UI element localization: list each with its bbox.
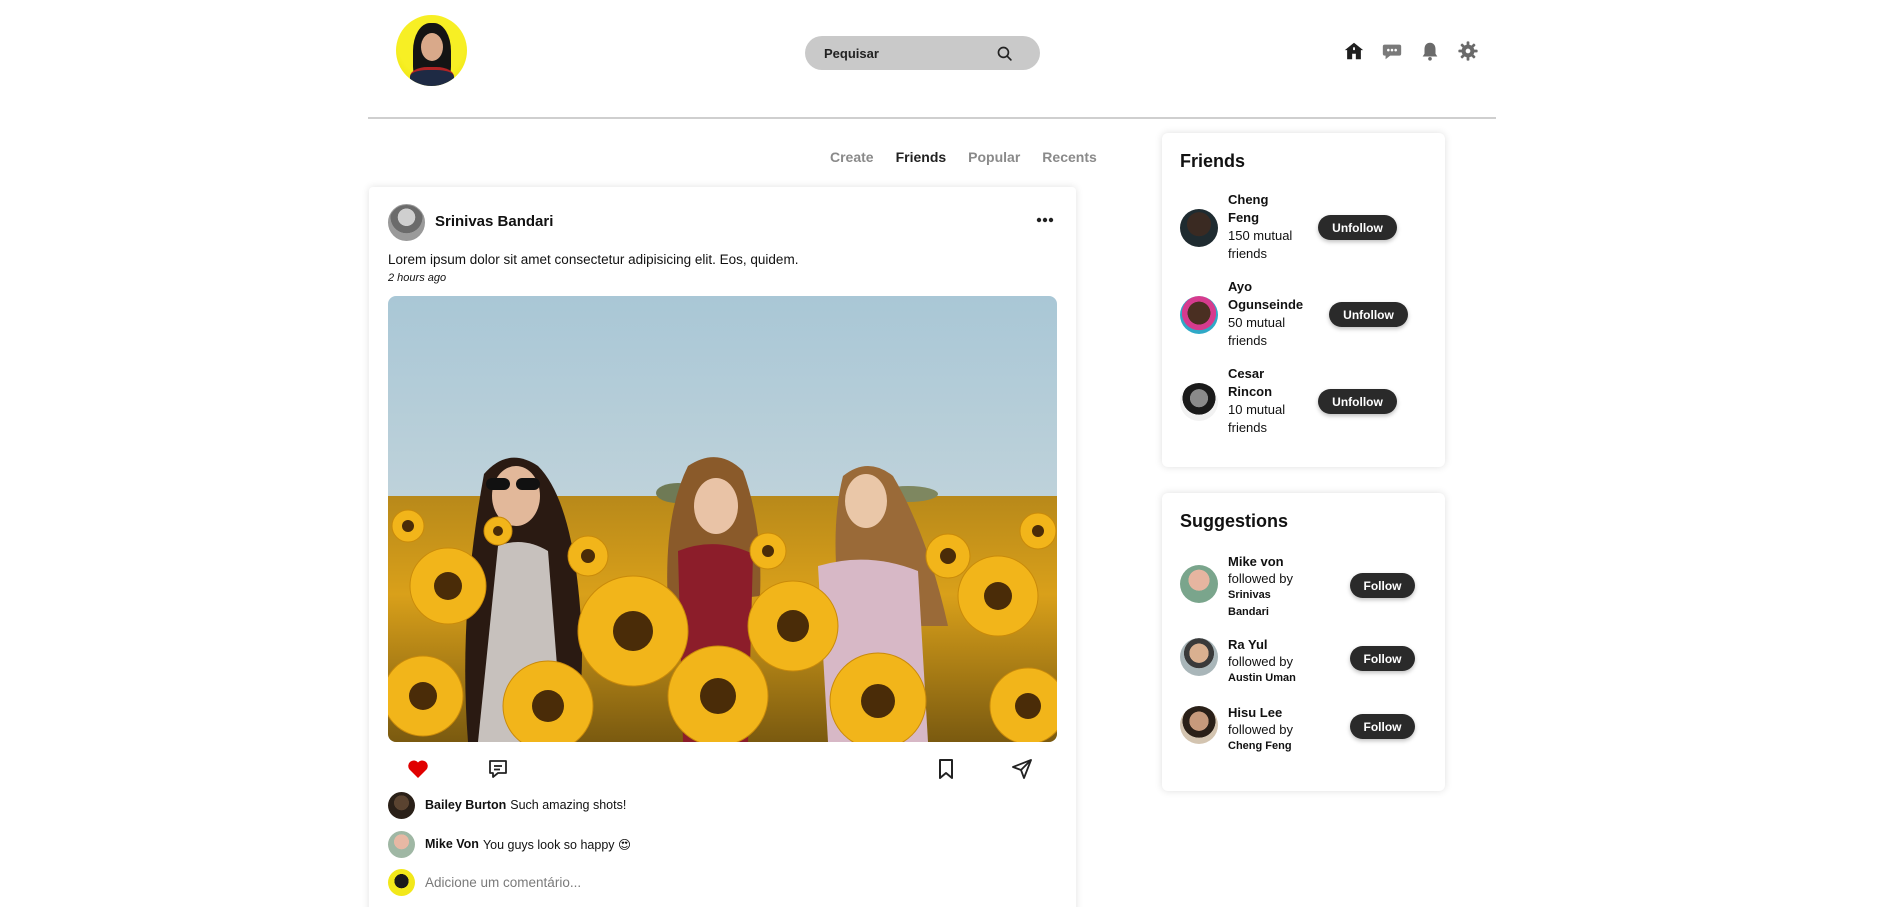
friend-name[interactable]: Ayo (1228, 278, 1303, 296)
suggestion-name[interactable]: Ra Yul (1228, 636, 1296, 653)
followed-by-name[interactable]: Cheng Feng (1228, 738, 1293, 755)
friend-avatar[interactable] (1180, 209, 1218, 247)
suggestions-title: Suggestions (1180, 511, 1289, 531)
tab-popular[interactable]: Popular (968, 149, 1020, 165)
settings-icon[interactable] (1457, 40, 1479, 62)
suggestion-avatar[interactable] (1180, 638, 1218, 676)
post-author-name[interactable]: Srinivas Bandari (435, 213, 553, 230)
bell-icon[interactable] (1419, 40, 1441, 62)
friend-item: Cheng Feng 150 mutual friends Unfollow (1180, 191, 1430, 265)
tab-recents[interactable]: Recents (1042, 149, 1096, 165)
friend-name[interactable]: Cheng (1228, 191, 1292, 209)
search-icon[interactable] (996, 45, 1013, 62)
search-bar (805, 36, 1040, 70)
follow-button[interactable]: Follow (1350, 646, 1415, 671)
tab-friends[interactable]: Friends (896, 149, 947, 165)
bookmark-icon[interactable] (934, 757, 958, 781)
mutual-friends-count: 150 mutual (1228, 228, 1293, 243)
commenter-name[interactable]: Mike Von (425, 837, 479, 851)
suggestions-card: Suggestions Mike von followed by Sriniva… (1162, 493, 1445, 791)
unfollow-button[interactable]: Unfollow (1318, 389, 1397, 414)
mutual-friends-count: 10 mutual (1228, 402, 1286, 417)
post-actions (388, 757, 1057, 787)
suggestion-item: Ra Yul followed by Austin Uman Follow (1180, 636, 1430, 688)
current-user-avatar (388, 868, 415, 896)
friend-item: Ayo Ogunseinde 50 mutual friends Unfollo… (1180, 278, 1430, 352)
friends-card: Friends Cheng Feng 150 mutual friends Un… (1162, 133, 1445, 467)
commenter-avatar[interactable] (388, 791, 415, 819)
comment-row: Bailey Burton Such amazing shots! (388, 791, 626, 819)
suggestion-item: Mike von followed by Srinivas Bandari Fo… (1180, 553, 1430, 619)
friend-avatar[interactable] (1180, 296, 1218, 334)
comment-text: Such amazing shots! (510, 798, 627, 812)
add-comment-row (388, 868, 825, 896)
comment-text: You guys look so happy 😍 (482, 837, 632, 852)
friends-title: Friends (1180, 151, 1246, 171)
profile-avatar[interactable] (396, 15, 467, 86)
friend-item: Cesar Rincon 10 mutual friends Unfollow (1180, 365, 1430, 439)
suggestion-item: Hisu Lee followed by Cheng Feng Follow (1180, 704, 1430, 756)
comment-row: Mike Von You guys look so happy 😍 (388, 830, 631, 858)
header-nav (1343, 40, 1479, 62)
followed-by-name[interactable]: Srinivas (1228, 587, 1293, 604)
mutual-friends-count: 50 mutual (1228, 315, 1286, 330)
friend-avatar[interactable] (1180, 383, 1218, 421)
home-icon[interactable] (1343, 40, 1365, 62)
add-comment-input[interactable] (425, 874, 825, 890)
follow-button[interactable]: Follow (1350, 573, 1415, 598)
unfollow-button[interactable]: Unfollow (1318, 215, 1397, 240)
chat-icon[interactable] (1381, 40, 1403, 62)
commenter-name[interactable]: Bailey Burton (425, 798, 506, 812)
share-send-icon[interactable] (1010, 757, 1034, 781)
follow-button[interactable]: Follow (1350, 714, 1415, 739)
top-header (368, 0, 1496, 119)
feed-tabs: Create Friends Popular Recents (830, 149, 1119, 165)
more-options-icon[interactable] (1036, 217, 1054, 223)
post-image[interactable] (388, 296, 1057, 742)
suggestion-avatar[interactable] (1180, 706, 1218, 744)
search-input[interactable] (805, 36, 995, 70)
suggestion-name[interactable]: Hisu Lee (1228, 704, 1293, 721)
post-text: Lorem ipsum dolor sit amet consectetur a… (388, 252, 799, 267)
friend-name[interactable]: Cesar (1228, 365, 1285, 383)
suggestion-name[interactable]: Mike von (1228, 553, 1293, 570)
post-author-avatar[interactable] (388, 204, 425, 241)
post-card: Srinivas Bandari Lorem ipsum dolor sit a… (369, 187, 1076, 907)
post-timestamp: 2 hours ago (388, 272, 447, 284)
suggestion-avatar[interactable] (1180, 565, 1218, 603)
like-heart-icon[interactable] (406, 757, 430, 781)
comment-icon[interactable] (486, 757, 510, 781)
followed-by-name[interactable]: Austin Uman (1228, 670, 1296, 687)
unfollow-button[interactable]: Unfollow (1329, 302, 1408, 327)
commenter-avatar[interactable] (388, 830, 415, 858)
tab-create[interactable]: Create (830, 149, 874, 165)
